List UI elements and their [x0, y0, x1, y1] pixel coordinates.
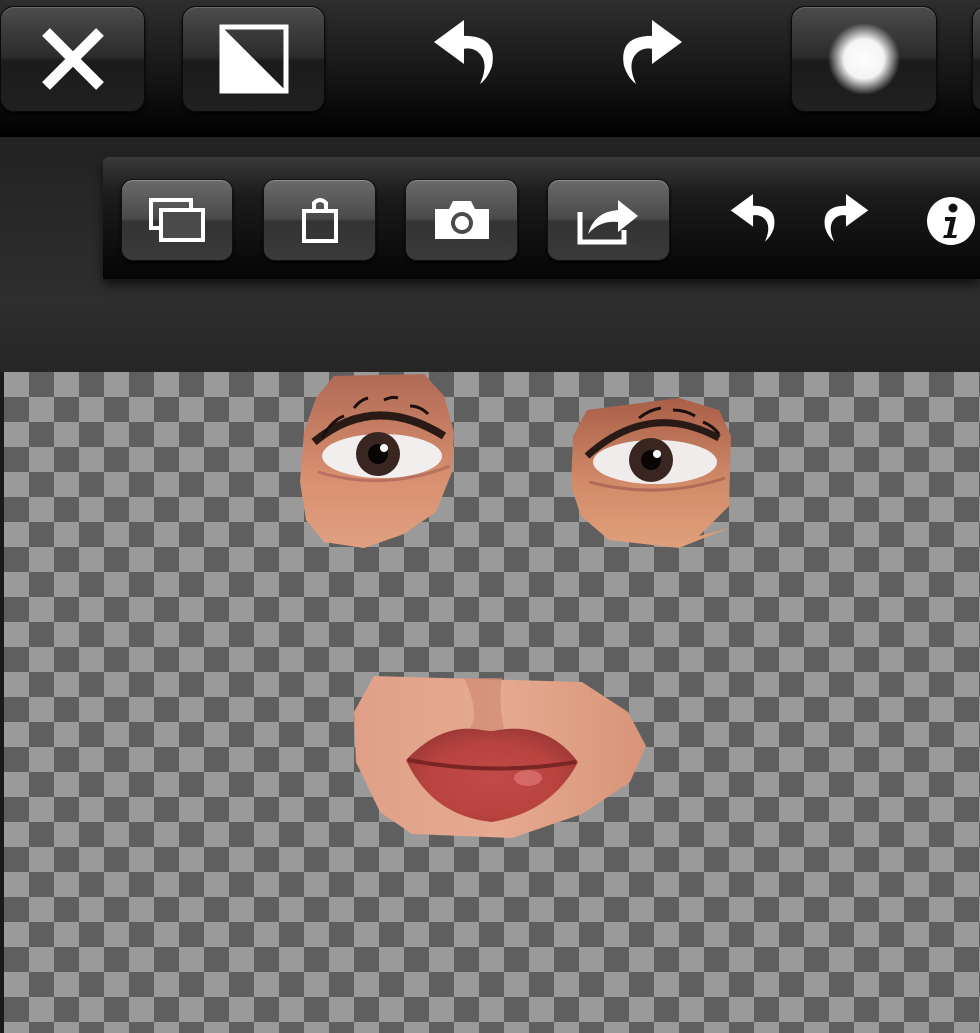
- secondary-toolbar: [103, 157, 980, 279]
- info-icon[interactable]: [925, 195, 977, 252]
- split-mode-button[interactable]: [182, 6, 325, 112]
- undo-arrow-icon[interactable]: [430, 16, 506, 91]
- more-tools-button[interactable]: [972, 6, 980, 112]
- right-eye-cutout[interactable]: [569, 396, 739, 556]
- brush-button[interactable]: [791, 6, 937, 112]
- undo-arrow-icon[interactable]: [726, 191, 786, 248]
- transparency-canvas[interactable]: [4, 372, 980, 1033]
- secondary-panel: [0, 137, 980, 372]
- share-button[interactable]: [547, 179, 670, 261]
- left-eye-cutout[interactable]: [294, 372, 464, 552]
- close-button[interactable]: [0, 6, 145, 112]
- bag-button[interactable]: [263, 179, 376, 261]
- layers-button[interactable]: [121, 179, 233, 261]
- redo-arrow-icon[interactable]: [610, 16, 686, 91]
- top-toolbar: [0, 0, 980, 137]
- redo-arrow-icon[interactable]: [813, 191, 873, 248]
- lips-cutout[interactable]: [352, 672, 652, 842]
- camera-button[interactable]: [405, 179, 518, 261]
